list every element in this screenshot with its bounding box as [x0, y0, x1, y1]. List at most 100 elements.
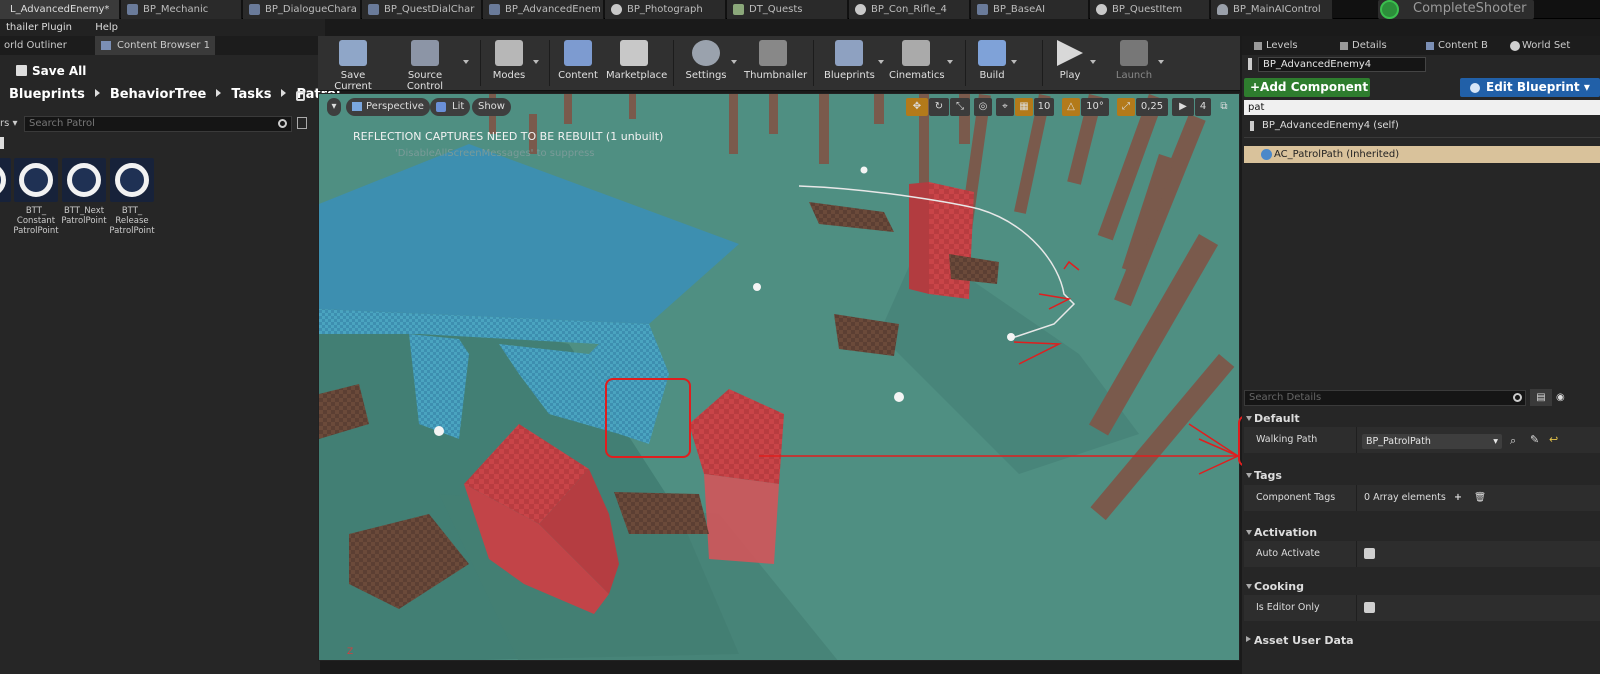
content-browser-icon: [1426, 42, 1434, 50]
add-element-icon[interactable]: +: [1454, 485, 1462, 511]
blueprint-icon: [127, 4, 138, 15]
thumbnailer-button[interactable]: Thumbnailer: [744, 40, 807, 88]
asset-tile[interactable]: BTT_ Release PatrolPoint: [109, 158, 155, 236]
category-asset-user-data[interactable]: Asset User Data: [1244, 632, 1600, 649]
browse-search-icon[interactable]: ⌕: [1510, 434, 1516, 448]
viewport-options-button[interactable]: ▾: [327, 98, 341, 116]
tab-bp-questitem[interactable]: BP_QuestItem: [1090, 0, 1210, 19]
tab-world-settings[interactable]: World Set: [1506, 36, 1600, 55]
actor-name-field[interactable]: BP_AdvancedEnemy4: [1258, 57, 1426, 72]
category-activation[interactable]: Activation: [1244, 524, 1600, 541]
save-all-button[interactable]: Save All: [16, 62, 86, 80]
menu-plugin[interactable]: thailer Plugin: [6, 22, 72, 33]
rotate-tool-icon[interactable]: ↻: [929, 98, 949, 116]
lock-icon[interactable]: [296, 91, 305, 101]
play-button[interactable]: Play: [1054, 40, 1096, 88]
eyedropper-icon[interactable]: ✎: [1530, 433, 1539, 446]
tab-bp-photograph[interactable]: BP_Photograph: [605, 0, 726, 19]
rotation-snap-value[interactable]: 10°: [1081, 98, 1109, 116]
asset-search-input[interactable]: Search Patrol: [24, 116, 292, 132]
asset-tile[interactable]: BTT_ Constant PatrolPoint: [13, 158, 59, 236]
cinematics-button[interactable]: Cinematics: [889, 40, 953, 88]
lit-button[interactable]: Lit: [430, 98, 471, 116]
category-default[interactable]: Default: [1244, 410, 1600, 427]
camera-speed-value[interactable]: 4: [1195, 98, 1211, 116]
toolbar-divider: [813, 40, 814, 86]
component-self-row[interactable]: BP_AdvancedEnemy4 (self): [1244, 118, 1600, 134]
perspective-button[interactable]: Perspective: [346, 98, 430, 116]
tab-bp-advancedenemy[interactable]: BP_AdvancedEnem: [483, 0, 604, 19]
maximize-viewport-icon[interactable]: ⧉: [1217, 98, 1231, 116]
tab-content-browser-2[interactable]: Content B: [1422, 36, 1500, 55]
unreal-logo-icon[interactable]: [1380, 0, 1399, 19]
content-button[interactable]: Content: [558, 40, 598, 88]
property-is-editor-only: Is Editor Only: [1244, 595, 1600, 621]
source-control-button[interactable]: Source Control: [391, 40, 469, 92]
level-viewport[interactable]: Z: [318, 93, 1240, 661]
rotation-snap-icon[interactable]: △: [1062, 98, 1080, 116]
breadcrumb-tasks[interactable]: Tasks: [231, 87, 271, 102]
tab-levels[interactable]: Levels: [1250, 36, 1330, 55]
asset-tile[interactable]: rol: [0, 158, 12, 216]
details-search-input[interactable]: Search Details: [1244, 390, 1526, 406]
world-space-icon[interactable]: ◎: [974, 98, 992, 116]
marketplace-button[interactable]: Marketplace: [606, 40, 667, 88]
modes-button[interactable]: Modes: [489, 40, 539, 88]
modes-icon: [495, 40, 523, 66]
walking-path-dropdown[interactable]: BP_PatrolPath ▾: [1362, 434, 1502, 449]
category-cooking[interactable]: Cooking: [1244, 578, 1600, 595]
translate-tool-icon[interactable]: ✥: [906, 98, 928, 116]
camera-speed-icon[interactable]: ▶: [1172, 98, 1194, 116]
tab-bp-mechanic[interactable]: BP_Mechanic: [121, 0, 242, 19]
property-matrix-icon[interactable]: ▤: [1530, 389, 1552, 406]
save-current-button[interactable]: Save Current: [324, 40, 382, 92]
tab-bp-dialoguechara[interactable]: BP_DialogueChara: [243, 0, 361, 19]
toolbar-divider: [965, 40, 966, 86]
surface-snap-icon[interactable]: ⌖: [996, 98, 1014, 116]
marketplace-icon: [620, 40, 648, 66]
chevron-right-icon: [281, 89, 287, 97]
breadcrumb-blueprints[interactable]: Blueprints: [9, 87, 85, 102]
settings-button[interactable]: Settings: [685, 40, 737, 88]
tab-details[interactable]: Details: [1336, 36, 1416, 55]
save-search-icon[interactable]: [297, 117, 307, 129]
tab-bp-mainaicontrol[interactable]: BP_MainAIControl: [1211, 0, 1333, 19]
category-tags[interactable]: Tags: [1244, 467, 1600, 484]
tab-dt-quests[interactable]: DT_Quests: [727, 0, 848, 19]
grid-snap-icon[interactable]: ▦: [1015, 98, 1033, 116]
is-editor-only-checkbox[interactable]: [1364, 595, 1375, 624]
reset-arrow-icon[interactable]: ↩: [1549, 433, 1558, 446]
tab-bp-baseai[interactable]: BP_BaseAI: [971, 0, 1089, 19]
scale-snap-icon[interactable]: ⤢: [1117, 98, 1135, 116]
filters-button[interactable]: rs ▾: [0, 118, 18, 129]
tab-bp-questdialchar[interactable]: BP_QuestDialChar: [362, 0, 482, 19]
auto-activate-checkbox[interactable]: [1364, 541, 1375, 570]
launch-button[interactable]: Launch: [1114, 40, 1164, 88]
show-button[interactable]: Show: [472, 98, 511, 116]
tab-bp-con-rifle[interactable]: BP_Con_Rifle_4: [849, 0, 970, 19]
asset-tile[interactable]: BTT_Next PatrolPoint: [61, 158, 107, 226]
chevron-right-icon: [216, 89, 222, 97]
tab-world-outliner[interactable]: orld Outliner: [0, 36, 90, 55]
lit-cube-icon: [436, 102, 446, 112]
menu-help[interactable]: Help: [95, 22, 118, 33]
component-search-input[interactable]: pat: [1244, 100, 1600, 115]
tab-level[interactable]: L_AdvancedEnemy*: [0, 0, 120, 19]
folder-indicator: [0, 137, 4, 149]
component-patrol-path-row[interactable]: AC_PatrolPath (Inherited): [1244, 146, 1600, 163]
add-component-button[interactable]: +Add Component ▾: [1244, 78, 1370, 113]
trash-icon[interactable]: 🗑: [1474, 485, 1486, 511]
blueprint-icon: [977, 4, 988, 15]
blueprint-gear-icon: [1470, 83, 1480, 93]
tab-content-browser[interactable]: Content Browser 1: [95, 36, 215, 55]
toolbar-divider: [673, 40, 674, 86]
blueprints-button[interactable]: Blueprints: [824, 40, 884, 88]
scale-tool-icon[interactable]: ⤡: [950, 98, 970, 116]
grid-snap-value[interactable]: 10: [1034, 98, 1054, 116]
build-button[interactable]: Build: [977, 40, 1017, 88]
task-asset-icon: [0, 158, 11, 202]
scale-snap-value[interactable]: 0,25: [1136, 98, 1168, 116]
edit-blueprint-button[interactable]: Edit Blueprint ▾: [1460, 78, 1600, 97]
visibility-eye-icon[interactable]: ◉: [1556, 389, 1576, 406]
breadcrumb-behaviortree[interactable]: BehaviorTree: [110, 87, 207, 102]
